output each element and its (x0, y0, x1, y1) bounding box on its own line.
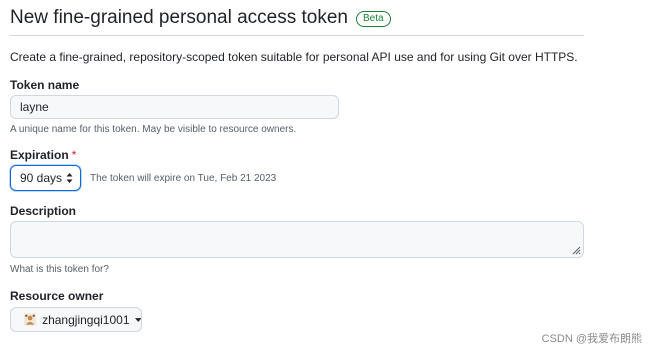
resource-owner-name: zhangjingqi1001 (42, 312, 130, 327)
intro-text: Create a fine-grained, repository-scoped… (10, 50, 578, 64)
expiration-label: Expiration * (10, 148, 76, 162)
expiration-select[interactable]: 90 days (10, 165, 81, 191)
chevron-down-icon (134, 317, 141, 322)
token-name-input[interactable]: layne (10, 95, 339, 119)
token-name-label: Token name (10, 78, 80, 92)
expiration-selected-value: 90 days (20, 171, 63, 185)
resource-owner-label: Resource owner (10, 289, 104, 303)
resource-owner-select[interactable]: zhangjingqi1001 (10, 307, 142, 332)
description-label: Description (10, 204, 77, 218)
resize-grip-icon[interactable] (572, 246, 581, 255)
watermark: CSDN @我爱布朗熊 (541, 333, 642, 345)
select-arrows-icon (66, 173, 73, 183)
page-header: New fine-grained personal access token B… (10, 6, 584, 36)
expiration-label-text: Expiration (10, 148, 69, 162)
page-title: New fine-grained personal access token (10, 7, 348, 28)
description-note: What is this token for? (10, 264, 109, 275)
description-textarea[interactable] (10, 221, 584, 258)
token-name-note: A unique name for this token. May be vis… (10, 124, 297, 135)
beta-badge: Beta (355, 11, 391, 27)
expiration-note: The token will expire on Tue, Feb 21 202… (90, 173, 277, 184)
user-avatar-icon (24, 313, 37, 326)
required-mark: * (71, 148, 77, 162)
